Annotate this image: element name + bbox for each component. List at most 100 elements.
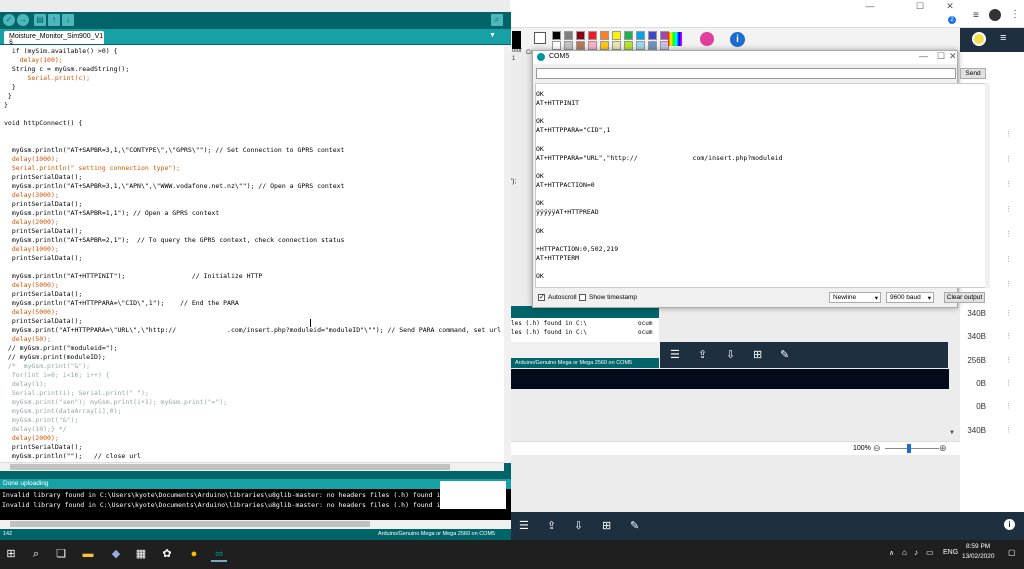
- second-ide-scroll[interactable]: [511, 342, 660, 358]
- download-tray-icon[interactable]: ⇩: [574, 519, 583, 532]
- row-menu-icon[interactable]: ⋮: [1005, 426, 1012, 434]
- color-swatch[interactable]: [552, 41, 561, 50]
- list-icon[interactable]: ☰: [670, 348, 680, 361]
- row-menu-icon[interactable]: ⋮: [1005, 180, 1012, 188]
- editor-horizontal-scrollbar[interactable]: [0, 462, 504, 471]
- row-menu-icon[interactable]: ⋮: [1005, 205, 1012, 213]
- clock-date[interactable]: 13/02/2020: [962, 553, 995, 560]
- row-menu-icon[interactable]: ⋮: [1005, 280, 1012, 288]
- line-ending-select[interactable]: Newline ▾: [829, 292, 881, 303]
- color-swatch[interactable]: [612, 41, 621, 50]
- row-menu-icon[interactable]: ⋮: [1005, 155, 1012, 163]
- color-swatch[interactable]: [636, 41, 645, 50]
- grid-icon[interactable]: ⊞: [753, 348, 762, 361]
- color-swatch[interactable]: [588, 41, 597, 50]
- volume-icon[interactable]: ♪: [914, 548, 918, 557]
- edit-icon[interactable]: ✎: [630, 519, 639, 532]
- tab-sketch[interactable]: Moisture_Monitor_Sim900_V1 §: [4, 31, 104, 47]
- chrome-icon[interactable]: ●: [186, 546, 202, 562]
- grid-icon[interactable]: ⊞: [602, 519, 611, 532]
- scroll-down-icon[interactable]: ▼: [949, 430, 955, 436]
- download-tray-icon[interactable]: ⇩: [726, 348, 735, 361]
- color-swatch[interactable]: [564, 31, 573, 40]
- row-menu-icon[interactable]: ⋮: [1005, 130, 1012, 138]
- close-icon[interactable]: ✕: [949, 51, 957, 62]
- console-scrollbar[interactable]: [0, 520, 511, 529]
- color-swatch[interactable]: [576, 31, 585, 40]
- row-menu-icon[interactable]: ⋮: [1005, 402, 1012, 410]
- battery-icon[interactable]: ▭: [926, 548, 934, 557]
- tab-menu-icon[interactable]: ▼: [489, 32, 498, 41]
- edit-icon[interactable]: ✎: [780, 348, 789, 361]
- autoscroll-checkbox[interactable]: ✓: [538, 294, 545, 301]
- reading-list-icon[interactable]: ≡: [973, 10, 979, 21]
- color-swatch[interactable]: [564, 41, 573, 50]
- color-swatch[interactable]: [648, 41, 657, 50]
- color-swatch[interactable]: [552, 31, 561, 40]
- hamburger-icon[interactable]: ≡: [1000, 32, 1006, 44]
- row-menu-icon[interactable]: ⋮: [1005, 255, 1012, 263]
- timestamp-checkbox[interactable]: [579, 294, 586, 301]
- zoom-track[interactable]: [885, 448, 939, 449]
- color-swatch[interactable]: [648, 31, 657, 40]
- color-swatch[interactable]: [612, 31, 621, 40]
- send-button[interactable]: Send: [960, 68, 986, 79]
- task-view-icon[interactable]: ❏: [53, 546, 69, 562]
- clock-time[interactable]: 8:59 PM: [966, 543, 990, 550]
- minimize-icon[interactable]: —: [919, 51, 928, 61]
- row-menu-icon[interactable]: ⋮: [1005, 379, 1012, 387]
- color-swatch[interactable]: [636, 31, 645, 40]
- zoom-in-icon[interactable]: ⊕: [939, 443, 947, 454]
- color2-swatch[interactable]: [534, 32, 546, 44]
- row-menu-icon[interactable]: ⋮: [1005, 309, 1012, 317]
- new-icon[interactable]: ▤: [34, 14, 46, 26]
- code-editor[interactable]: if (mySim.available() >0) { delay(100); …: [0, 45, 504, 463]
- color-swatch[interactable]: [600, 31, 609, 40]
- verify-icon[interactable]: ✓: [3, 14, 15, 26]
- language[interactable]: ENG: [943, 549, 958, 556]
- search-icon[interactable]: ⌕: [28, 546, 44, 562]
- avatar[interactable]: [989, 9, 1001, 21]
- tray-chevron-icon[interactable]: ∧: [889, 549, 894, 557]
- color-swatch[interactable]: [624, 31, 633, 40]
- paint-icon[interactable]: ✿: [159, 546, 175, 562]
- edit-colors-icon[interactable]: [668, 32, 682, 46]
- color-swatch[interactable]: [624, 41, 633, 50]
- save-icon[interactable]: ↓: [62, 14, 74, 26]
- calculator-icon[interactable]: ▦: [133, 546, 149, 562]
- row-menu-icon[interactable]: ⋮: [1005, 332, 1012, 340]
- clear-output-button[interactable]: Clear output: [944, 292, 985, 303]
- maximize-icon[interactable]: ☐: [908, 0, 932, 12]
- paint3d-icon[interactable]: [700, 32, 714, 46]
- zoom-slider[interactable]: [907, 444, 911, 453]
- minimize-icon[interactable]: —: [858, 0, 882, 12]
- windows-start-icon[interactable]: ⊞: [3, 546, 19, 562]
- editor-vertical-scrollbar[interactable]: [504, 45, 511, 463]
- row-menu-icon[interactable]: ⋮: [1005, 230, 1012, 238]
- color-swatch[interactable]: [600, 41, 609, 50]
- info-icon[interactable]: i: [1004, 519, 1015, 530]
- open-icon[interactable]: ↑: [48, 14, 60, 26]
- zoom-out-icon[interactable]: ⊖: [873, 443, 881, 454]
- upload-tray-icon[interactable]: ⇪: [547, 519, 556, 532]
- upload-tray-icon[interactable]: ⇪: [698, 348, 707, 361]
- maximize-icon[interactable]: ☐: [937, 51, 945, 62]
- list-icon[interactable]: ☰: [519, 519, 529, 532]
- console-scroll-thumb[interactable]: [10, 521, 370, 527]
- scroll-thumb[interactable]: [10, 464, 450, 470]
- color-swatch[interactable]: [576, 41, 585, 50]
- close-icon[interactable]: ✕: [938, 0, 962, 12]
- arduino-taskbar-icon[interactable]: ∞: [211, 546, 227, 562]
- serial-scrollbar[interactable]: [985, 83, 990, 288]
- row-menu-icon[interactable]: ⋮: [1005, 356, 1012, 364]
- notification-icon[interactable]: ▢: [1008, 548, 1016, 557]
- network-icon[interactable]: ⌂: [902, 548, 907, 557]
- app-icon[interactable]: ◆: [108, 546, 124, 562]
- baud-select[interactable]: 9600 baud ▾: [886, 292, 934, 303]
- serial-monitor-icon[interactable]: ⌕: [491, 14, 503, 26]
- file-explorer-icon[interactable]: ▬: [80, 546, 96, 562]
- info-icon[interactable]: i: [730, 32, 745, 47]
- menu-dots-icon[interactable]: ⋮: [1010, 9, 1020, 20]
- upload-icon[interactable]: →: [17, 14, 29, 26]
- serial-input[interactable]: [536, 68, 956, 79]
